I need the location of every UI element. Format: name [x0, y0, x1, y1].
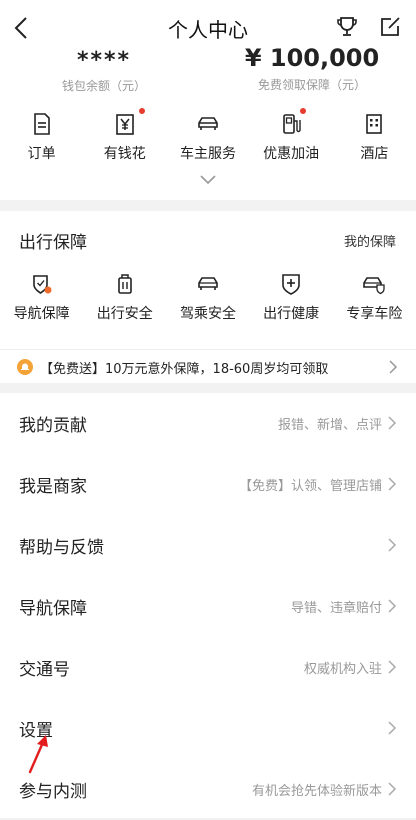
- nav-shield-icon: [32, 275, 52, 294]
- chevron-right-icon: [388, 782, 397, 796]
- menu-item-nav-protection[interactable]: 导航保障 导错、违章赔付: [0, 576, 416, 637]
- annotation-arrow-icon: [28, 735, 48, 774]
- menu-item-hint: 有机会抢先体验新版本: [251, 784, 382, 799]
- protection-item-nav[interactable]: 导航保障: [0, 273, 83, 323]
- car-shield-icon: [363, 277, 385, 295]
- menu-item-label: 交通号: [19, 660, 70, 680]
- page-title: 个人中心: [168, 17, 248, 42]
- notification-dot: [299, 108, 306, 114]
- protection-items: 导航保障 出行安全 驾乘安全 出行健康 专享车险: [0, 273, 416, 323]
- luggage-icon: [117, 274, 132, 294]
- chevron-right-icon: [388, 721, 397, 735]
- menu-item-label: 帮助与反馈: [19, 538, 104, 558]
- edit-icon[interactable]: [379, 16, 401, 38]
- menu-item-beta-test[interactable]: 参与内测 有机会抢先体验新版本: [0, 759, 416, 820]
- menu-item-hint: 【免费】认领、管理店铺: [238, 479, 382, 494]
- quick-item-label: 订单: [27, 146, 56, 162]
- chevron-right-icon: [388, 477, 397, 491]
- promo-text: 【免费送】10万元意外保障，18-60周岁均可领取: [40, 361, 329, 377]
- my-protection-link[interactable]: 我的保障: [344, 231, 396, 250]
- car-icon: [198, 117, 218, 130]
- menu-item-hint: 导错、违章赔付: [290, 601, 382, 616]
- quick-item-orders[interactable]: 订单: [0, 112, 83, 163]
- menu-item-label: 我是商家: [19, 477, 87, 497]
- quick-item-label: 有钱花: [103, 146, 146, 162]
- yen-icon: [115, 114, 134, 135]
- protection-item-label: 出行安全: [96, 306, 153, 322]
- chevron-right-icon: [388, 416, 397, 430]
- hotel-icon: [366, 114, 383, 134]
- protection-item-health[interactable]: 出行健康: [250, 273, 333, 323]
- quick-item-fuel[interactable]: 优惠加油: [250, 108, 333, 163]
- quick-item-label: 车主服务: [179, 146, 236, 162]
- menu-item-label: 参与内测: [19, 782, 87, 802]
- menu-item-traffic-account[interactable]: 交通号 权威机构入驻: [0, 637, 416, 698]
- menu-list: 我的贡献 报错、新增、点评 我是商家 【免费】认领、管理店铺 帮助与反馈 导航保…: [0, 393, 416, 818]
- chevron-right-icon: [388, 599, 397, 613]
- menu-item-help-feedback[interactable]: 帮助与反馈: [0, 515, 416, 576]
- chevron-right-icon: [388, 538, 397, 552]
- free-guarantee-value: ¥ 100,000: [244, 44, 380, 72]
- quick-item-label: 酒店: [360, 146, 389, 162]
- wallet-balance[interactable]: **** 钱包余额（元）: [0, 48, 208, 94]
- quick-item-loan[interactable]: 有钱花: [83, 108, 166, 163]
- quick-item-hotel[interactable]: 酒店: [333, 112, 416, 163]
- quick-actions: 订单 有钱花 车主服务 优惠加油 酒店: [0, 108, 416, 163]
- protection-item-label: 驾乘安全: [179, 306, 236, 322]
- notification-dot: [139, 108, 146, 114]
- free-guarantee-label: 免费领取保障（元）: [257, 78, 366, 92]
- wallet-balance-value: ****: [76, 48, 132, 73]
- menu-item-settings[interactable]: 设置: [0, 698, 416, 759]
- trip-protection-card: 出行保障 我的保障 导航保障 出行安全 驾乘安全 出行健康 专享车险 【免费送】…: [0, 211, 416, 383]
- chevron-right-icon: [388, 660, 397, 674]
- trophy-icon[interactable]: [336, 16, 358, 38]
- free-guarantee[interactable]: ¥ 100,000 免费领取保障（元）: [208, 44, 416, 93]
- menu-item-hint: 权威机构入驻: [303, 662, 382, 677]
- protection-item-car-insurance[interactable]: 专享车险: [333, 273, 416, 323]
- protection-item-label: 导航保障: [13, 306, 70, 322]
- wallet-balance-label: 钱包余额（元）: [61, 79, 146, 93]
- document-icon: [33, 113, 50, 135]
- account-card: **** 钱包余额（元） ¥ 100,000 免费领取保障（元） 订单 有钱花: [0, 44, 416, 200]
- chevron-right-icon: [389, 360, 398, 374]
- protection-item-label: 专享车险: [346, 306, 403, 322]
- health-icon: [282, 274, 300, 295]
- car-icon: [198, 277, 218, 290]
- section-title: 出行保障: [19, 233, 87, 253]
- back-icon[interactable]: [10, 14, 34, 42]
- menu-item-label: 我的贡献: [19, 416, 87, 436]
- menu-item-contribution[interactable]: 我的贡献 报错、新增、点评: [0, 393, 416, 454]
- protection-item-label: 出行健康: [263, 306, 320, 322]
- quick-item-car-service[interactable]: 车主服务: [166, 112, 249, 163]
- chevron-down-icon[interactable]: [198, 174, 218, 186]
- menu-item-label: 导航保障: [19, 599, 87, 619]
- fuel-icon: [283, 114, 301, 134]
- promo-banner[interactable]: 【免费送】10万元意外保障，18-60周岁均可领取: [0, 349, 416, 384]
- bell-icon: [17, 359, 33, 375]
- menu-item-hint: 报错、新增、点评: [277, 418, 382, 433]
- protection-item-travel-safety[interactable]: 出行安全: [83, 273, 166, 323]
- protection-item-ride-safety[interactable]: 驾乘安全: [166, 273, 249, 323]
- menu-item-merchant[interactable]: 我是商家 【免费】认领、管理店铺: [0, 454, 416, 515]
- quick-item-label: 优惠加油: [263, 146, 320, 162]
